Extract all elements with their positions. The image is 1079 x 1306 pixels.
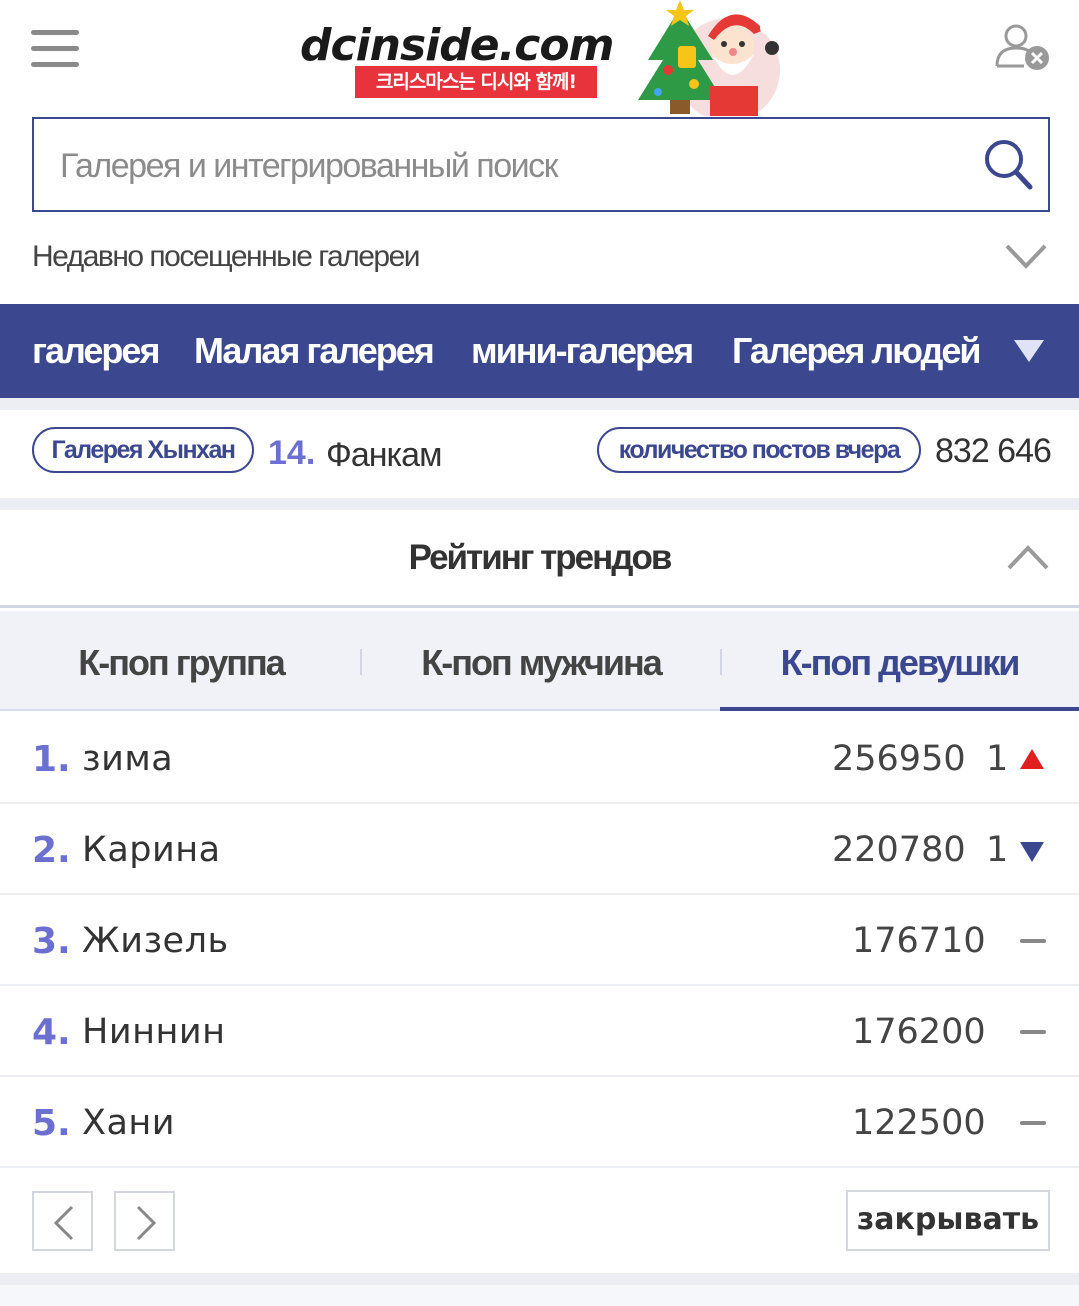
tab-kpop-group[interactable]: К-поп группа [0,611,362,711]
rank-value: 122500 [852,1103,986,1143]
live-rank-number: 14. [268,434,316,472]
rank-name: Жизель [82,921,229,961]
search-input[interactable] [60,143,960,189]
rank-value: 176710 [852,921,986,961]
gallery-nav: галерея Малая галерея мини-галерея Галер… [0,304,1079,398]
menu-icon[interactable] [31,30,79,68]
trend-ranking-title: Рейтинг трендов [408,538,673,577]
search-icon[interactable] [982,137,1034,193]
gallery-badge[interactable]: Галерея Хынхан [32,427,254,473]
list-item[interactable]: 2. Карина 220780 1 [0,804,1079,895]
no-change-icon [1020,1121,1046,1125]
list-item[interactable]: 3. Жизель 176710 [0,895,1079,986]
divider [0,1273,1079,1285]
yesterday-posts-badge[interactable]: количество постов вчера [597,427,921,473]
divider [0,498,1079,510]
chevron-right-icon [136,1205,157,1241]
list-item[interactable]: 4. Ниннин 176200 [0,986,1079,1077]
rank-number: 4. [32,1012,71,1053]
tab-kpop-male[interactable]: К-поп мужчина [362,611,720,711]
nav-mini-gallery[interactable]: мини-галерея [471,330,694,372]
rank-value: 220780 [832,830,966,870]
live-info-row: Галерея Хынхан 14. Фанкам количество пос… [0,410,1079,498]
logo-text: dcinside.com [300,20,614,71]
rank-change: 1 [986,739,1009,779]
rank-number: 1. [32,739,71,780]
chevron-left-icon [53,1205,74,1241]
close-button[interactable]: закрывать [846,1190,1050,1251]
ranking-list: 1. зима 256950 1 2. Карина 220780 1 3. Ж… [0,713,1079,1168]
chevron-up-icon[interactable] [1005,540,1051,576]
trend-down-icon [1020,842,1044,862]
header: dcinside.com 크리스마스는 디시와 함께! [0,0,1079,116]
trend-ranking-header: Рейтинг трендов [0,510,1079,608]
recent-galleries-label: Недавно посещенные галереи [32,240,421,273]
rank-value: 176200 [852,1012,986,1052]
list-item[interactable]: 5. Хани 122500 [0,1077,1079,1168]
trend-up-icon [1020,749,1044,769]
no-change-icon [1020,939,1046,943]
logo[interactable]: dcinside.com 크리스마스는 디시와 함께! [300,14,660,104]
next-page-button[interactable] [114,1191,175,1251]
recent-galleries[interactable]: Недавно посещенные галереи [0,214,1079,302]
rank-name: Карина [82,830,221,870]
rank-number: 2. [32,830,71,871]
holiday-banner: 크리스마스는 디시와 함께! [355,66,597,98]
christmas-mascot-icon [638,0,780,116]
rank-value: 256950 [832,739,966,779]
chevron-down-icon[interactable] [1003,238,1049,274]
tab-kpop-female[interactable]: К-поп девушки [720,611,1079,711]
nav-minor-gallery[interactable]: Малая галерея [194,330,435,372]
rank-change: 1 [986,830,1009,870]
rank-number: 5. [32,1103,71,1144]
nav-gallery[interactable]: галерея [32,330,160,372]
rank-name: зима [82,739,174,779]
rank-number: 3. [32,921,71,962]
list-item[interactable]: 1. зима 256950 1 [0,713,1079,804]
live-rank-name[interactable]: Фанкам [326,436,442,475]
search-bar [32,117,1050,212]
post-count: 832 646 [935,432,1052,470]
trend-tabs: К-поп группа К-поп мужчина К-поп девушки [0,611,1079,711]
caret-down-icon[interactable] [1011,336,1047,366]
nav-person-gallery[interactable]: Галерея людей [732,330,982,372]
divider [0,398,1079,410]
next-section-strip [0,1285,1079,1306]
rank-name: Хани [82,1103,176,1143]
no-change-icon [1020,1030,1046,1034]
prev-page-button[interactable] [32,1191,93,1251]
rank-name: Ниннин [82,1012,226,1052]
user-logout-icon[interactable] [994,22,1052,74]
ranking-footer: закрывать [0,1169,1079,1273]
